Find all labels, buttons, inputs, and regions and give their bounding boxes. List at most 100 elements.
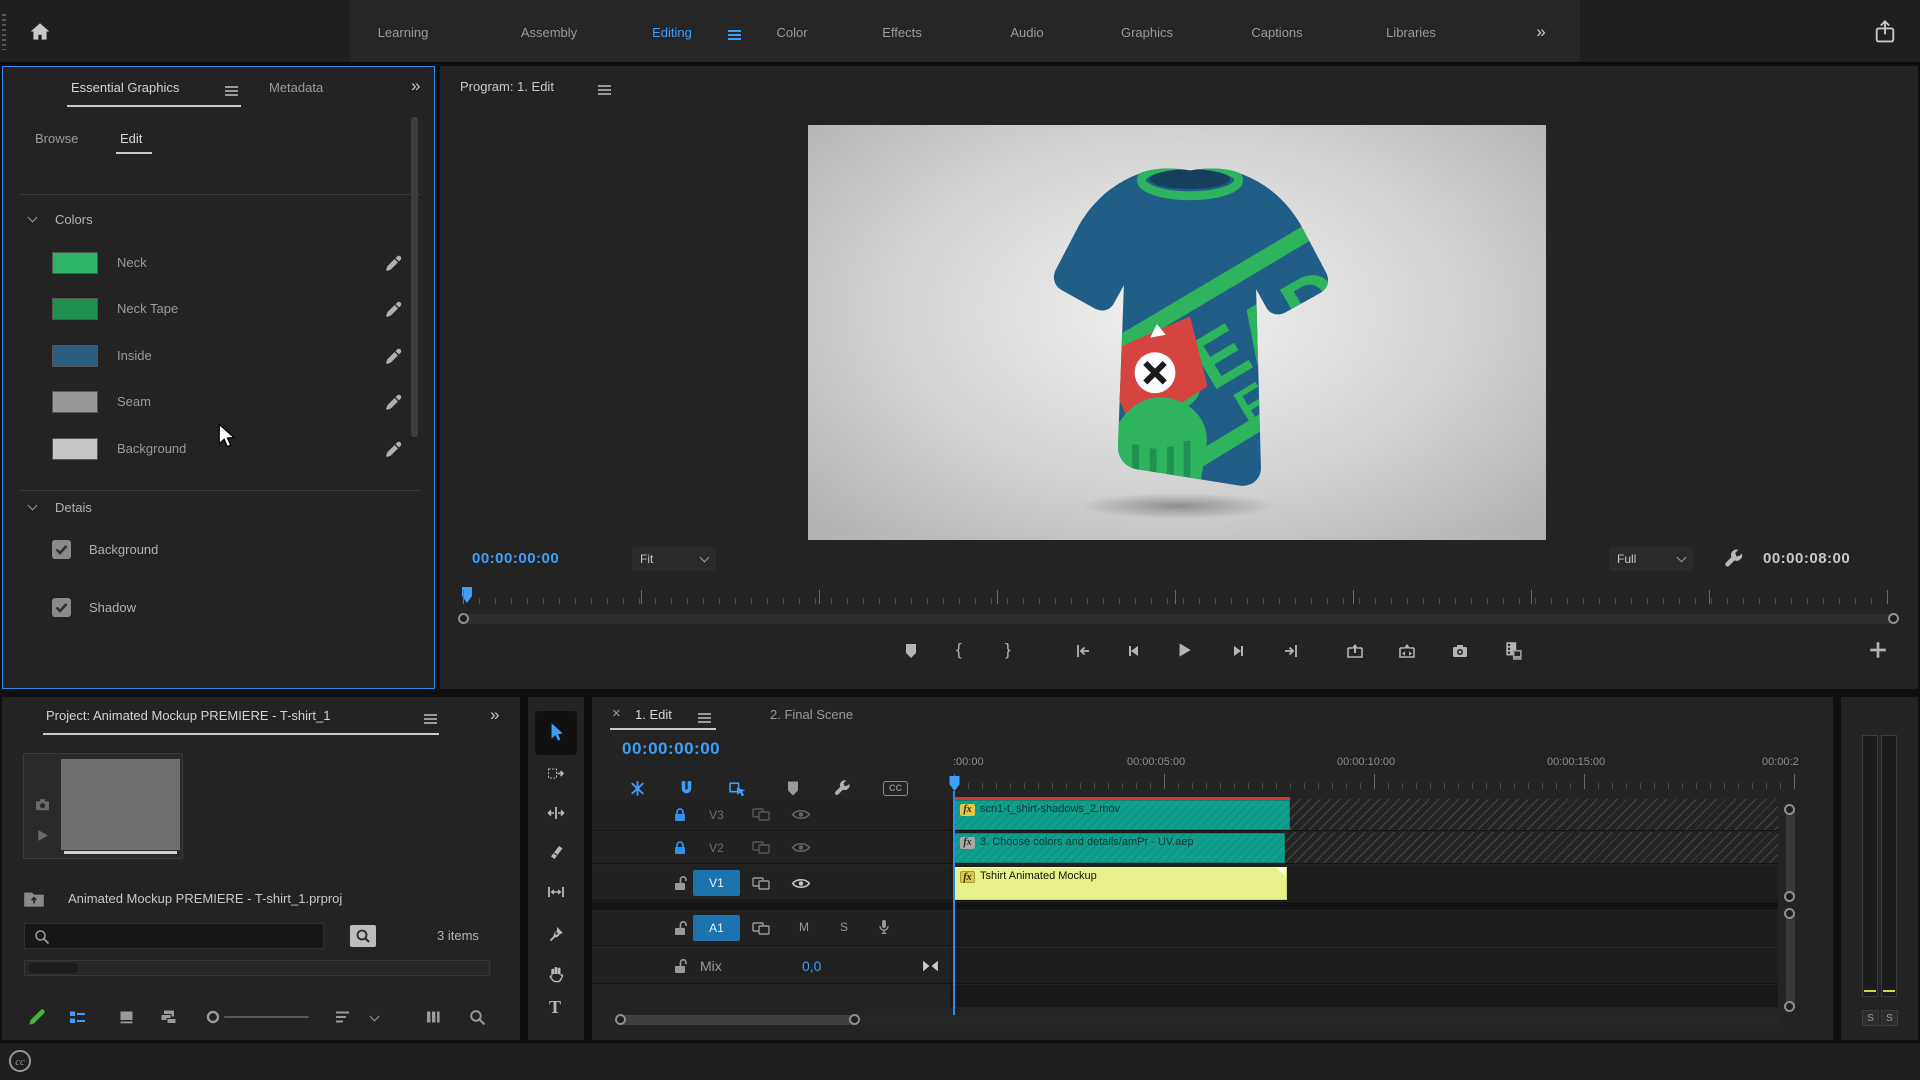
program-zoom-scrollbar[interactable] xyxy=(463,614,1895,624)
track-output-eye-icon[interactable] xyxy=(791,840,811,855)
export-frame-button[interactable] xyxy=(1450,642,1470,660)
extract-button[interactable] xyxy=(1397,642,1417,660)
eyedropper-icon[interactable] xyxy=(385,348,402,365)
panel-scrollbar[interactable] xyxy=(411,117,418,437)
color-swatch[interactable] xyxy=(52,438,98,460)
panel-overflow-button[interactable]: » xyxy=(490,705,499,725)
solo-left-button[interactable]: S xyxy=(1862,1010,1879,1026)
clip-v2[interactable]: fx 3. Choose colors and details/amPr - U… xyxy=(953,833,1285,863)
workspace-tab-color[interactable]: Color xyxy=(776,25,807,40)
tab-program[interactable]: Program: 1. Edit xyxy=(460,79,554,94)
solo-right-button[interactable]: S xyxy=(1881,1010,1898,1026)
razor-tool[interactable] xyxy=(547,843,565,861)
timeline-h-scrollbar-thumb[interactable] xyxy=(620,1015,855,1025)
program-ruler[interactable] xyxy=(463,590,1895,604)
background-checkbox[interactable] xyxy=(52,540,71,559)
keyframe-toggle-icon[interactable] xyxy=(922,959,939,973)
captions-badge[interactable]: CC xyxy=(883,781,908,796)
search-bin-icon[interactable] xyxy=(350,925,376,947)
share-export-button[interactable] xyxy=(1872,18,1898,46)
project-scrollbar-thumb[interactable] xyxy=(28,963,78,973)
step-forward-button[interactable] xyxy=(1229,642,1247,660)
panel-menu-icon[interactable] xyxy=(424,714,437,724)
zoom-slider-knob[interactable] xyxy=(205,1009,221,1025)
fx-badge[interactable]: fx xyxy=(960,804,975,816)
fx-badge[interactable]: fx xyxy=(960,871,975,883)
nest-toggle-icon[interactable] xyxy=(628,779,647,798)
panel-overflow-button[interactable]: » xyxy=(411,76,420,96)
shadow-checkbox[interactable] xyxy=(52,598,71,617)
lock-open-icon[interactable] xyxy=(672,958,688,974)
comparison-view-button[interactable] xyxy=(1503,640,1525,662)
scroll-handle[interactable] xyxy=(1784,908,1795,919)
sync-lock-icon[interactable] xyxy=(752,921,770,936)
details-section-chevron-icon[interactable] xyxy=(28,501,38,511)
sort-chevron-icon[interactable] xyxy=(370,1012,380,1022)
track-output-eye-icon[interactable] xyxy=(791,807,811,822)
list-view-button[interactable] xyxy=(67,1008,87,1026)
voiceover-mic-icon[interactable] xyxy=(876,918,892,937)
settings-wrench-icon[interactable] xyxy=(1723,548,1745,570)
preview-thumbnail[interactable] xyxy=(23,753,183,859)
step-back-button[interactable] xyxy=(1125,642,1143,660)
workspace-tab-learning[interactable]: Learning xyxy=(378,25,429,40)
clip-v1[interactable]: fx Tshirt Animated Mockup xyxy=(953,867,1287,900)
ripple-edit-tool[interactable] xyxy=(546,804,566,822)
track-target-a1[interactable]: A1 xyxy=(693,915,740,941)
panel-menu-icon[interactable] xyxy=(225,86,238,96)
scroll-handle[interactable] xyxy=(1784,1001,1795,1012)
scroll-handle[interactable] xyxy=(1784,891,1795,902)
type-tool[interactable]: T xyxy=(549,997,561,1018)
lift-button[interactable] xyxy=(1345,642,1365,660)
tab-essential-graphics[interactable]: Essential Graphics xyxy=(71,80,179,95)
hand-tool[interactable] xyxy=(546,965,566,983)
tab-sequence-2[interactable]: 2. Final Scene xyxy=(770,707,853,722)
add-marker-button[interactable] xyxy=(902,642,920,660)
audio-tracks-scrollbar[interactable] xyxy=(1786,911,1795,1010)
color-swatch[interactable] xyxy=(52,345,98,367)
track-output-eye-icon[interactable] xyxy=(791,876,811,891)
timeline-settings-wrench-icon[interactable] xyxy=(833,779,852,798)
search-input[interactable] xyxy=(55,925,317,947)
solo-button[interactable]: S xyxy=(840,920,848,934)
panel-menu-icon[interactable] xyxy=(698,713,711,723)
subtab-browse[interactable]: Browse xyxy=(35,131,78,146)
eyedropper-icon[interactable] xyxy=(385,255,402,272)
track-target-v1[interactable]: V1 xyxy=(693,870,740,896)
panel-menu-icon[interactable] xyxy=(598,85,611,95)
zoom-slider-track[interactable] xyxy=(224,1016,309,1018)
details-section-title[interactable]: Detais xyxy=(55,500,92,515)
lock-closed-icon[interactable] xyxy=(672,840,688,856)
selection-tool[interactable] xyxy=(535,711,577,755)
workspace-tab-graphics[interactable]: Graphics xyxy=(1121,25,1173,40)
eyedropper-icon[interactable] xyxy=(385,301,402,318)
sync-lock-icon[interactable] xyxy=(752,840,770,855)
sync-lock-icon[interactable] xyxy=(752,807,770,822)
track-content-a1[interactable] xyxy=(950,911,1778,946)
close-sequence-icon[interactable]: × xyxy=(612,705,621,722)
home-button[interactable] xyxy=(28,20,52,44)
zoom-handle-right[interactable] xyxy=(1888,613,1899,624)
lock-open-icon[interactable] xyxy=(672,920,688,936)
track-content-mix[interactable] xyxy=(950,948,1778,984)
mute-button[interactable]: M xyxy=(799,920,809,934)
project-scrollbar[interactable] xyxy=(24,960,490,976)
pen-tool[interactable] xyxy=(547,925,565,943)
lock-closed-icon[interactable] xyxy=(672,807,688,823)
creative-cloud-icon[interactable]: cc xyxy=(8,1049,32,1073)
track-label-v3[interactable]: V3 xyxy=(693,802,740,828)
color-swatch[interactable] xyxy=(52,252,98,274)
timeline-playhead-icon[interactable] xyxy=(948,775,961,792)
linked-selection-icon[interactable] xyxy=(728,779,748,798)
workspace-tab-libraries[interactable]: Libraries xyxy=(1386,25,1436,40)
mix-volume-value[interactable]: 0,0 xyxy=(802,958,821,974)
tab-project[interactable]: Project: Animated Mockup PREMIERE - T-sh… xyxy=(46,708,330,723)
eyedropper-icon[interactable] xyxy=(385,394,402,411)
clip-v3[interactable]: fx scn1-t_shirt-shadows_2.mov xyxy=(953,800,1290,830)
timeline-timecode[interactable]: 00:00:00:00 xyxy=(622,739,720,759)
workspace-tab-assembly[interactable]: Assembly xyxy=(521,25,577,40)
track-label-v2[interactable]: V2 xyxy=(693,835,740,861)
zoom-handle-right[interactable] xyxy=(849,1014,860,1025)
colors-section-chevron-icon[interactable] xyxy=(28,213,38,223)
workspace-tab-editing[interactable]: Editing xyxy=(652,25,692,40)
